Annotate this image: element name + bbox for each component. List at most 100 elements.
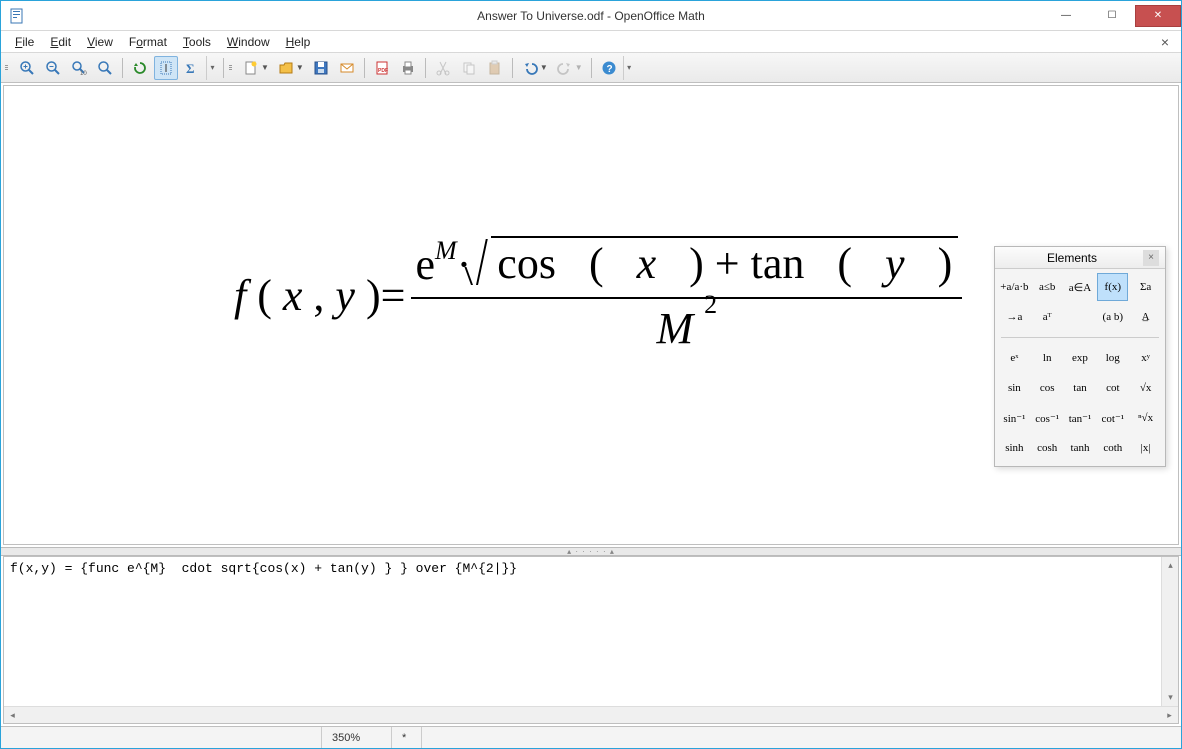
item-acos[interactable]: cos⁻¹ [1032,404,1063,432]
editor-hscrollbar[interactable]: ◂ ▸ [4,706,1178,723]
formula-x: x [283,270,303,321]
sqrt-icon [471,236,491,293]
window-controls: — ☐ ✕ [1043,5,1181,27]
new-button[interactable] [239,56,263,80]
item-log[interactable]: log [1097,344,1128,372]
menu-format[interactable]: Format [121,33,175,51]
open-dropdown[interactable]: ▼ [296,63,307,72]
pdf-button[interactable]: PDF [370,56,394,80]
item-acot[interactable]: cot⁻¹ [1097,404,1128,432]
undo-button[interactable] [518,56,542,80]
item-asin[interactable]: sin⁻¹ [999,404,1030,432]
save-button[interactable] [309,56,333,80]
menu-file[interactable]: File [7,33,42,51]
cat-attributes[interactable]: →a [999,303,1030,331]
zoom-out-button[interactable] [41,56,65,80]
editor-vscrollbar[interactable]: ▴ ▾ [1161,557,1178,706]
svg-text:Σ: Σ [186,61,195,76]
close-button[interactable]: ✕ [1135,5,1181,27]
formula-cursor-button[interactable] [154,56,178,80]
formula-editor-pane: f(x,y) = {func e^{M} cdot sqrt{cos(x) + … [3,556,1179,724]
formula-cos-close: ) [689,239,704,288]
redo-button[interactable] [553,56,577,80]
zoom-100-button[interactable]: 100 [67,56,91,80]
item-coth[interactable]: coth [1097,434,1128,462]
item-sqrt[interactable]: √x [1130,374,1161,402]
elements-close-button[interactable]: × [1143,250,1159,266]
elements-titlebar[interactable]: Elements × [995,247,1165,269]
cat-operators[interactable]: Σa [1130,273,1161,301]
cat-formats[interactable]: A̲ [1130,303,1161,331]
status-modified: * [391,727,421,748]
toolbar-handle-2[interactable] [229,57,235,79]
item-sinh[interactable]: sinh [999,434,1030,462]
toolbar-overflow[interactable]: ▾ [206,56,218,80]
print-button[interactable] [396,56,420,80]
toolbar-overflow-2[interactable]: ▾ [623,56,635,80]
formula-editor[interactable]: f(x,y) = {func e^{M} cdot sqrt{cos(x) + … [4,557,1161,706]
redo-dropdown[interactable]: ▼ [575,63,586,72]
menu-view[interactable]: View [79,33,121,51]
scroll-down-button[interactable]: ▾ [1162,689,1179,706]
menu-edit[interactable]: Edit [42,33,79,51]
fraction-denominator: M 2 [657,299,718,354]
new-dropdown[interactable]: ▼ [261,63,272,72]
mail-button[interactable] [335,56,359,80]
cat-functions[interactable]: f(x) [1097,273,1128,301]
formula-cos-x: x [637,239,657,288]
formula-y: y [335,270,355,321]
item-abs[interactable]: |x| [1130,434,1161,462]
cat-relations[interactable]: a≤b [1032,273,1063,301]
undo-dropdown[interactable]: ▼ [540,63,551,72]
cat-brackets[interactable]: (a b) [1097,303,1128,331]
item-exp[interactable]: exp [1065,344,1096,372]
zoom-in-button[interactable] [15,56,39,80]
formula-e-sup: M [435,236,457,266]
menu-help[interactable]: Help [278,33,319,51]
menu-window[interactable]: Window [219,33,278,51]
copy-button[interactable] [457,56,481,80]
item-tan[interactable]: tan [1065,374,1096,402]
refresh-button[interactable] [128,56,152,80]
item-cos[interactable]: cos [1032,374,1063,402]
cat-unary-binary[interactable]: +a/a·b [999,273,1030,301]
maximize-button[interactable]: ☐ [1089,5,1135,27]
zoom-all-button[interactable] [93,56,117,80]
close-document-button[interactable]: × [1155,34,1175,50]
item-exp-x[interactable]: eˣ [999,344,1030,372]
formula-preview[interactable]: f ( x , y ) = e M · cos ( [3,85,1179,545]
item-cosh[interactable]: cosh [1032,434,1063,462]
item-atan[interactable]: tan⁻¹ [1065,404,1096,432]
app-icon [9,8,25,24]
splitter[interactable]: ▴ · · · · · ▴ [1,547,1181,556]
item-ln[interactable]: ln [1032,344,1063,372]
help-button[interactable]: ? [597,56,621,80]
scroll-left-button[interactable]: ◂ [4,707,21,724]
menu-tools[interactable]: Tools [175,33,219,51]
separator [364,58,365,78]
status-cell-blank [1,727,321,748]
item-tanh[interactable]: tanh [1065,434,1096,462]
elements-panel[interactable]: Elements × +a/a·b a≤b a∈A f(x) Σa →a aᵀ … [994,246,1166,467]
item-sin[interactable]: sin [999,374,1030,402]
item-power[interactable]: xʸ [1130,344,1161,372]
open-button[interactable] [274,56,298,80]
minimize-button[interactable]: — [1043,5,1089,27]
paste-button[interactable] [483,56,507,80]
toolbar-handle[interactable] [5,57,11,79]
status-zoom[interactable]: 350% [321,727,391,748]
sqrt-body: cos ( x ) + tan ( y [491,236,958,293]
catalog-button[interactable]: Σ [180,56,204,80]
formula-f: f [234,270,246,321]
cat-others[interactable]: aᵀ [1032,303,1063,331]
item-cot[interactable]: cot [1097,374,1128,402]
cat-set-ops[interactable]: a∈A [1065,273,1096,301]
scroll-up-button[interactable]: ▴ [1162,557,1179,574]
cut-button[interactable] [431,56,455,80]
scroll-right-button[interactable]: ▸ [1161,707,1178,724]
formula-tan-y: y [885,239,905,288]
formula-eq: = [381,270,406,321]
separator [425,58,426,78]
item-nroot[interactable]: ⁿ√x [1130,404,1161,432]
formula-fraction: e M · cos ( x ) + tan [411,236,962,354]
